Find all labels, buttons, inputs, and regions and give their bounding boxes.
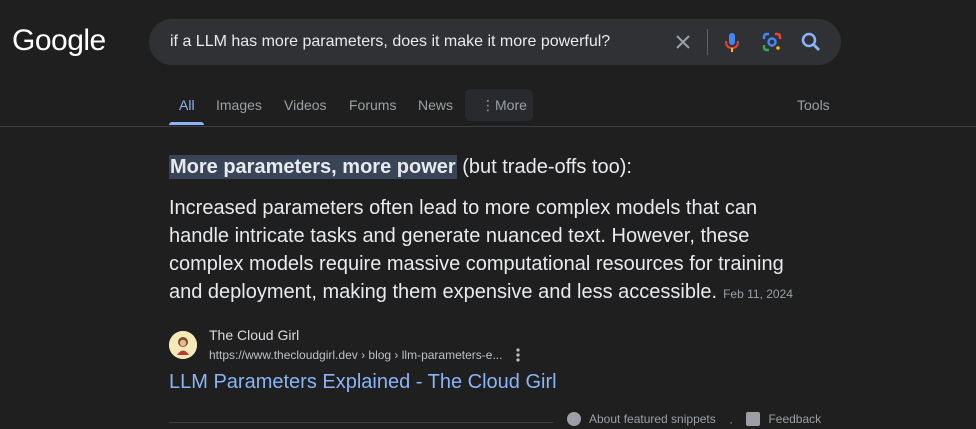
- source-favicon[interactable]: [169, 331, 197, 359]
- feedback-link[interactable]: Feedback: [746, 412, 821, 426]
- snippet-highlight: More parameters, more power: [169, 155, 457, 179]
- tab-more-label: More: [495, 97, 527, 113]
- help-icon: [567, 412, 581, 426]
- tab-images[interactable]: Images: [216, 97, 262, 113]
- snippet-text: Increased parameters often lead to more …: [169, 197, 784, 303]
- tab-news[interactable]: News: [418, 97, 453, 113]
- feedback-label: Feedback: [768, 412, 822, 426]
- about-label: About featured snippets: [589, 412, 716, 426]
- featured-snippet-body: Increased parameters often lead to more …: [169, 194, 809, 308]
- search-input[interactable]: if a LLM has more parameters, does it ma…: [170, 33, 610, 51]
- feedback-icon: [746, 412, 761, 426]
- source-url[interactable]: https://www.thecloudgirl.dev › blog › ll…: [209, 348, 502, 362]
- search-box[interactable]: if a LLM has more parameters, does it ma…: [149, 19, 841, 65]
- google-logo[interactable]: Google: [12, 24, 106, 58]
- google-lens-icon[interactable]: [761, 31, 783, 53]
- tab-videos[interactable]: Videos: [284, 97, 327, 113]
- featured-snippet-heading: More parameters, more power (but trade-o…: [169, 155, 632, 179]
- header-divider: [0, 126, 976, 127]
- footer-separator: ·: [729, 415, 734, 429]
- microphone-icon[interactable]: [721, 31, 743, 53]
- source-name[interactable]: The Cloud Girl: [209, 327, 299, 343]
- tab-forums[interactable]: Forums: [349, 97, 396, 113]
- active-tab-indicator: [169, 122, 204, 125]
- clear-icon[interactable]: [672, 31, 694, 53]
- more-options-icon[interactable]: [511, 347, 525, 363]
- search-divider: [707, 29, 708, 55]
- snippet-head-rest: (but trade-offs too):: [456, 156, 632, 178]
- result-title-link[interactable]: LLM Parameters Explained - The Cloud Gir…: [169, 371, 557, 394]
- search-icon[interactable]: [800, 31, 822, 53]
- tab-more[interactable]: ⋮More: [481, 97, 527, 114]
- snippet-footer: About featured snippets · Feedback: [567, 412, 821, 429]
- about-featured-snippets-link[interactable]: About featured snippets: [567, 412, 716, 426]
- tools-button[interactable]: Tools: [797, 97, 830, 113]
- more-vertical-icon: ⋮: [481, 97, 495, 113]
- snippet-date: Feb 11, 2024: [723, 287, 793, 301]
- tab-all[interactable]: All: [179, 97, 195, 113]
